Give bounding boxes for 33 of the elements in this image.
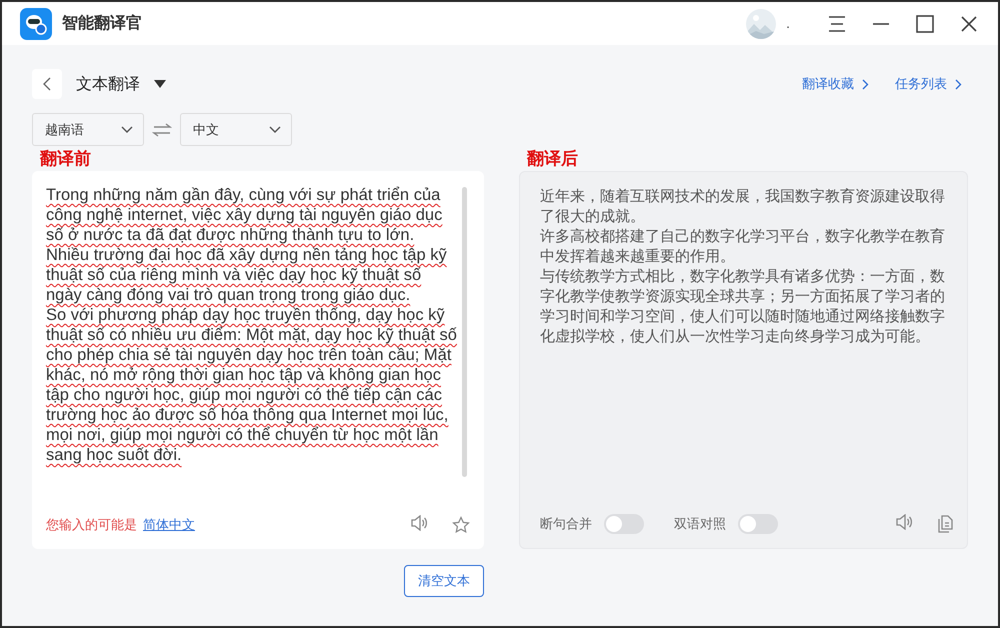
user-name: . xyxy=(786,16,790,30)
source-language-select[interactable]: 越南语 xyxy=(32,113,144,146)
speaker-icon[interactable] xyxy=(895,514,913,530)
dropdown-triangle-icon[interactable] xyxy=(154,80,166,88)
speaker-icon[interactable] xyxy=(410,515,428,531)
clear-text-button[interactable]: 清空文本 xyxy=(404,565,484,597)
chevron-down-icon xyxy=(269,126,281,134)
maximize-icon[interactable] xyxy=(914,12,936,34)
toggle-switch[interactable] xyxy=(738,514,778,534)
nav-link[interactable]: 翻译收藏 xyxy=(802,75,869,93)
annotation-label: 翻译后 xyxy=(527,148,579,171)
language-link[interactable]: 简体中文 xyxy=(143,516,195,534)
app-logo-icon xyxy=(20,8,52,40)
swap-icon[interactable] xyxy=(152,122,172,138)
chevron-right-icon xyxy=(862,78,869,90)
star-icon[interactable] xyxy=(452,516,470,534)
nav-link[interactable]: 任务列表 xyxy=(895,75,962,93)
language-hint: 您输入的可能是 xyxy=(46,517,137,534)
chevron-right-icon xyxy=(955,78,962,90)
target-language-select[interactable]: 中文 xyxy=(180,113,292,146)
app-title: 智能翻译官 xyxy=(62,13,143,34)
chevron-left-icon xyxy=(43,77,51,91)
copy-icon[interactable] xyxy=(937,515,953,533)
scrollbar[interactable] xyxy=(462,187,467,477)
toggle-switch[interactable] xyxy=(604,514,644,534)
toggle-label: 断句合并 xyxy=(540,516,592,533)
back-button[interactable] xyxy=(32,69,62,99)
annotation-label: 翻译前 xyxy=(40,148,92,171)
chevron-down-icon xyxy=(121,126,133,134)
toggle-label: 双语对照 xyxy=(674,516,726,533)
page-title: 文本翻译 xyxy=(76,74,140,94)
source-text-field[interactable]: Trong những năm gần đây, cùng với sự phát triển của công nghệ internet, việc xây dựng tài nguyên giáo dục số ở nước ta đã đạt được những thành tựu to lớn. Nhiều trường đại học đã xây dựng nền tảng học tập kỹ thuật số của riêng mình và việc dạy học kỹ thuật số ngày càng đóng vai trò quan trọng trong giáo dục. So với phương pháp dạy học truyền thống, dạy học kỹ thuật số có nhiều ưu điểm: Một mặt, dạy học kỹ thuật số cho phép chia sẻ tài nguyên dạy học trên toàn cầu; Mặt khác, nó mở rộng thời gian học tập và không gian học tập cho người học, giúp mọi người có thể tiếp cận các trường học ảo được số hóa thông qua Internet mọi lúc, mọi nơi, giúp mọi người có thể chuyển từ học một lần sang học suốt đời. xyxy=(46,185,458,515)
translation-text: 近年来，随着互联网技术的发展，我国数字教育资源建设取得了很大的成就。 许多高校都搭建了自己的数字化学习平台，数字化教学在教育中发挥着越来越重要的作用。 与传统教学方式相比，数字化教学具有诸多优势：一方面，数字化教学使教学资源实现全球共享；另一方面拓展了学习者的学习时间和学习空间，使人们可以随时随地通过网络接触数字化虚拟学校，使人们从一次性学习走向终身学习成为可能。 xyxy=(540,186,945,347)
